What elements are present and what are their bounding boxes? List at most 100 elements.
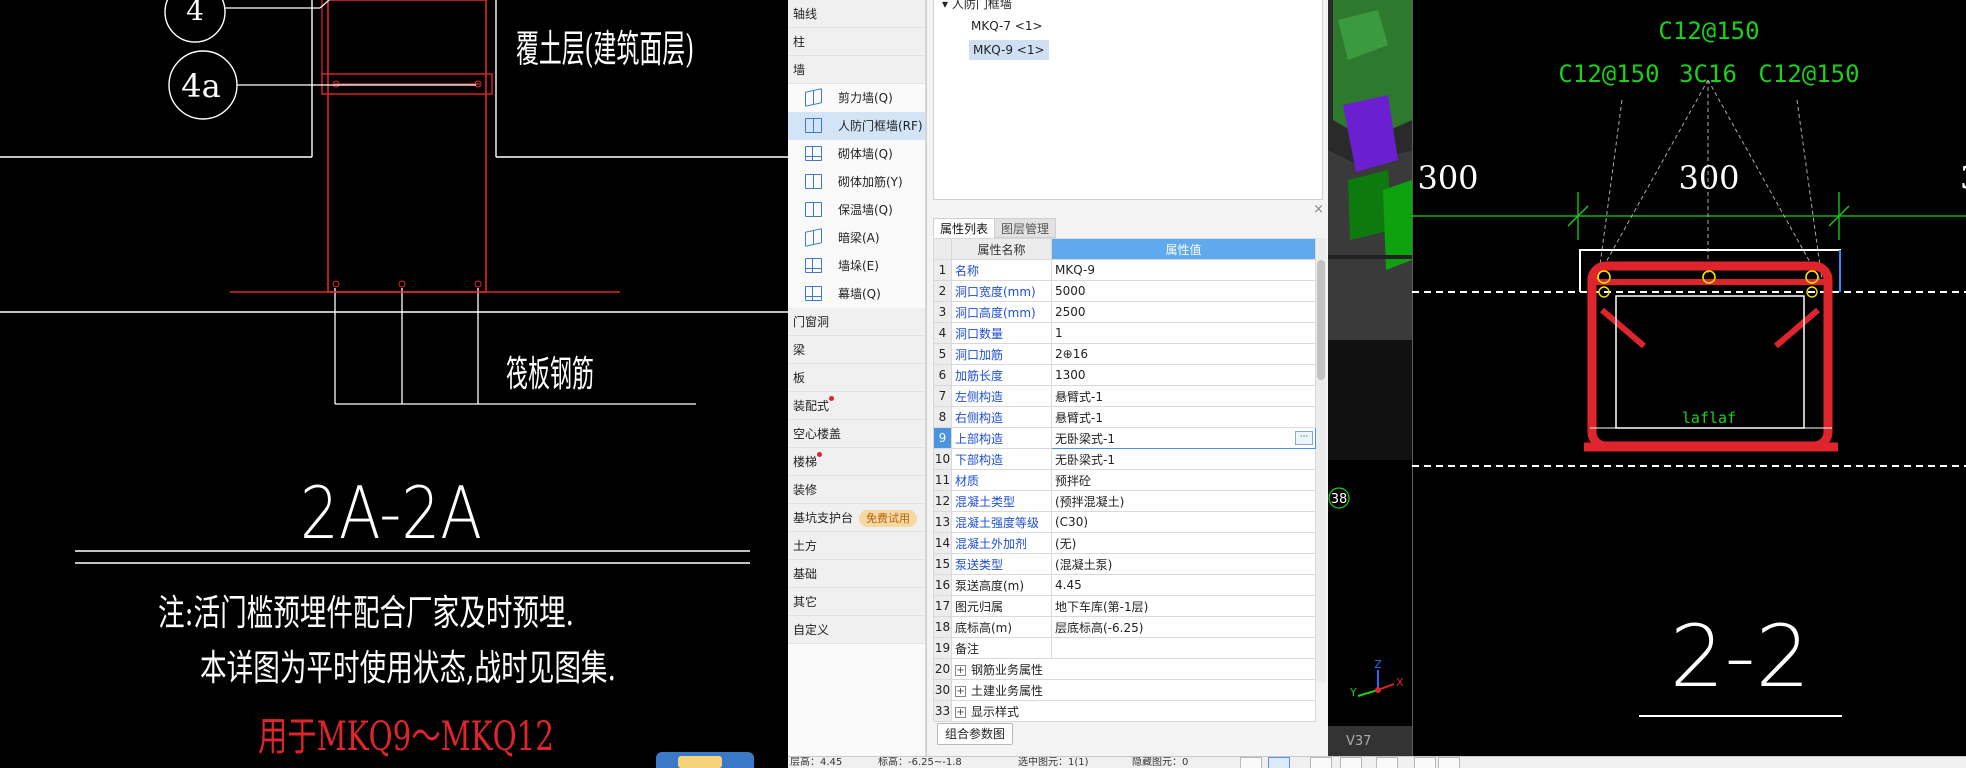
nav-item-curtain-wall[interactable]: 幕墙(Q) bbox=[788, 280, 925, 308]
nav-category-custom[interactable]: 自定义 bbox=[788, 616, 925, 644]
layer-tool-button[interactable] bbox=[1414, 757, 1436, 768]
table-row[interactable]: 18 底标高(m) 层底标高(-6.25) bbox=[933, 616, 1316, 638]
nav-item-insulation-wall[interactable]: 保温墙(Q) bbox=[788, 196, 925, 224]
nav-category-slab[interactable]: 板 bbox=[788, 364, 925, 392]
table-row[interactable]: 3 洞口高度(mm) 2500 bbox=[933, 301, 1316, 323]
table-row[interactable]: 4 洞口数量 1 bbox=[933, 322, 1316, 344]
property-value[interactable]: 1 bbox=[1051, 322, 1316, 344]
table-row[interactable]: 16 泵送高度(m) 4.45 bbox=[933, 574, 1316, 596]
property-value[interactable]: 4.45 bbox=[1051, 574, 1316, 596]
nav-category-foundation[interactable]: 基础 bbox=[788, 560, 925, 588]
cad-viewport-left[interactable]: 4 4a 覆土层(建筑面层) 筏板钢筋 2A-2A 注:活门槛预埋件配合厂家及时… bbox=[0, 0, 788, 768]
property-value[interactable]: (预拌混凝土) bbox=[1051, 490, 1316, 512]
new-dot-icon bbox=[829, 396, 834, 401]
nav-category-other[interactable]: 其它 bbox=[788, 588, 925, 616]
property-value[interactable]: (C30) bbox=[1051, 511, 1316, 533]
nav-label: 墙 bbox=[793, 63, 806, 77]
select-mode-button[interactable] bbox=[1268, 757, 1290, 768]
tree-item-mkq7[interactable]: MKQ-7 <1> bbox=[971, 16, 1043, 36]
table-row[interactable]: 2 洞口宽度(mm) 5000 bbox=[933, 280, 1316, 302]
row-index: 33 bbox=[933, 700, 952, 722]
table-row-group[interactable]: 30 + 土建业务属性 bbox=[933, 679, 1316, 701]
combined-parameter-button[interactable]: 组合参数图 bbox=[937, 723, 1014, 745]
expand-icon[interactable]: + bbox=[955, 664, 966, 676]
table-row-selected[interactable]: 9 上部构造 无卧梁式-1 ··· bbox=[933, 427, 1316, 449]
expand-icon[interactable]: + bbox=[955, 706, 966, 718]
table-row[interactable]: 15 泵送类型 (混凝土泵) bbox=[933, 553, 1316, 575]
nav-category-earthwork[interactable]: 土方 bbox=[788, 532, 925, 560]
nav-category-column[interactable]: 柱 bbox=[788, 28, 925, 56]
floating-tool-icon[interactable] bbox=[656, 752, 754, 768]
nav-item-shear-wall[interactable]: 剪力墙(Q) bbox=[788, 84, 925, 112]
expand-icon[interactable]: + bbox=[955, 685, 966, 697]
row-index: 10 bbox=[933, 448, 952, 470]
property-value[interactable]: MKQ-9 bbox=[1051, 259, 1316, 281]
nav-category-beam[interactable]: 梁 bbox=[788, 336, 925, 364]
table-row[interactable]: 14 混凝土外加剂 (无) bbox=[933, 532, 1316, 554]
table-row-group[interactable]: 33 + 显示样式 bbox=[933, 700, 1316, 722]
nav-category-hollow-floor[interactable]: 空心楼盖 bbox=[788, 420, 925, 448]
snap-toggle-button[interactable] bbox=[1240, 757, 1262, 768]
nav-category-axis[interactable]: 轴线 bbox=[788, 0, 925, 28]
cad-viewport-right[interactable]: C12@150 C12@150 3C16 C12@150 300 300 3 l… bbox=[1412, 0, 1966, 756]
3d-view-viewport[interactable]: 38 Z Y X V37 bbox=[1328, 0, 1412, 756]
table-row[interactable]: 5 洞口加筋 2⊕16 bbox=[933, 343, 1316, 365]
table-row[interactable]: 1 名称 MKQ-9 bbox=[933, 259, 1316, 281]
close-icon[interactable]: × bbox=[1313, 202, 1324, 217]
property-value[interactable]: 预拌砼 bbox=[1051, 469, 1316, 491]
tab-layer-management[interactable]: 图层管理 bbox=[994, 218, 1057, 238]
property-value[interactable]: 1300 bbox=[1051, 364, 1316, 386]
table-row[interactable]: 6 加筋长度 1300 bbox=[933, 364, 1316, 386]
arc-tool-button[interactable] bbox=[1438, 757, 1460, 768]
property-value[interactable]: 悬臂式-1 bbox=[1051, 385, 1316, 407]
curtain-wall-icon bbox=[805, 286, 822, 301]
table-row[interactable]: 7 左侧构造 悬臂式-1 bbox=[933, 385, 1316, 407]
table-row[interactable]: 17 图元归属 地下车库(第-1层) bbox=[933, 595, 1316, 617]
nav-category-stairs[interactable]: 楼梯 bbox=[788, 448, 925, 476]
nav-item-civil-defense-door-wall[interactable]: 人防门框墙(RF) bbox=[788, 112, 925, 140]
free-trial-badge[interactable]: 免费试用 bbox=[859, 510, 917, 527]
property-value[interactable]: 无卧梁式-1 bbox=[1051, 448, 1316, 470]
nav-category-pit-support[interactable]: 基坑支护台 免费试用 bbox=[788, 504, 925, 532]
property-value[interactable] bbox=[1051, 637, 1316, 659]
nav-item-hidden-beam[interactable]: 暗梁(A) bbox=[788, 224, 925, 252]
more-options-button[interactable]: ··· bbox=[1295, 431, 1313, 445]
property-value[interactable]: 层底标高(-6.25) bbox=[1051, 616, 1316, 638]
tree-root[interactable]: ▾ 人防门框墙 bbox=[942, 0, 1012, 14]
property-value[interactable]: 2⊕16 bbox=[1051, 343, 1316, 365]
nav-category-decoration[interactable]: 装修 bbox=[788, 476, 925, 504]
table-row[interactable]: 11 材质 预拌砼 bbox=[933, 469, 1316, 491]
table-row[interactable]: 12 混凝土类型 (预拌混凝土) bbox=[933, 490, 1316, 512]
table-row[interactable]: 8 右侧构造 悬臂式-1 bbox=[933, 406, 1316, 428]
table-row-group[interactable]: 20 + 钢筋业务属性 bbox=[933, 658, 1316, 680]
property-value[interactable]: 5000 bbox=[1051, 280, 1316, 302]
row-index: 14 bbox=[933, 532, 952, 554]
status-floor-height: 层高：4.45 bbox=[790, 757, 843, 768]
nav-item-wall-pier[interactable]: 墙垛(E) bbox=[788, 252, 925, 280]
ortho-tool-button[interactable] bbox=[1376, 757, 1398, 768]
nav-item-masonry-wall[interactable]: 砌体墙(Q) bbox=[788, 140, 925, 168]
tree-item-mkq9[interactable]: MKQ-9 <1> bbox=[969, 40, 1049, 60]
nav-category-wall[interactable]: 墙 bbox=[788, 56, 925, 84]
property-scrollbar-thumb[interactable] bbox=[1317, 260, 1325, 380]
property-value[interactable]: 悬臂式-1 bbox=[1051, 406, 1316, 428]
nav-category-openings[interactable]: 门窗洞 bbox=[788, 308, 925, 336]
table-header-row: 属性名称 属性值 bbox=[933, 238, 1316, 260]
table-row[interactable]: 19 备注 bbox=[933, 637, 1316, 659]
property-value[interactable]: 地下车库(第-1层) bbox=[1051, 595, 1316, 617]
property-value[interactable]: (混凝土泵) bbox=[1051, 553, 1316, 575]
property-value[interactable]: 2500 bbox=[1051, 301, 1316, 323]
property-value[interactable]: (无) bbox=[1051, 532, 1316, 554]
table-row[interactable]: 10 下部构造 无卧梁式-1 bbox=[933, 448, 1316, 470]
nav-item-masonry-rebar[interactable]: 砌体加筋(Y) bbox=[788, 168, 925, 196]
nav-category-prefab[interactable]: 装配式 bbox=[788, 392, 925, 420]
cross-select-button[interactable] bbox=[1310, 757, 1332, 768]
property-value-editor[interactable]: 无卧梁式-1 ··· bbox=[1051, 427, 1316, 449]
property-group-name: 显示样式 bbox=[971, 704, 1020, 719]
property-name: 名称 bbox=[951, 259, 1052, 281]
table-row[interactable]: 13 混凝土强度等级 (C30) bbox=[933, 511, 1316, 533]
angle-tool-button[interactable] bbox=[1340, 757, 1362, 768]
cover-layer-note: 覆土层(建筑面层) bbox=[516, 27, 694, 71]
tab-property-list[interactable]: 属性列表 bbox=[933, 218, 996, 238]
nav-label: 保温墙(Q) bbox=[838, 203, 893, 217]
